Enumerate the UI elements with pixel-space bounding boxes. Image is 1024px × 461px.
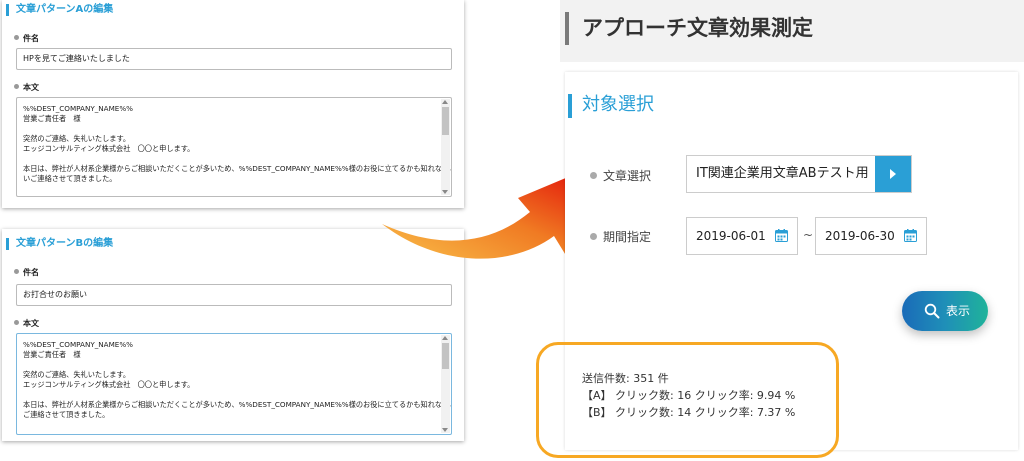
bullet-icon: [14, 84, 19, 89]
panel-b-title: 文章パターンBの編集: [6, 238, 113, 250]
bullet-icon: [14, 35, 19, 40]
subject-label-a: 件名: [14, 34, 39, 44]
date-separator: ~: [803, 228, 814, 242]
show-button-label: 表示: [946, 304, 971, 318]
body-line: %%DEST_COMPANY_NAME%%: [23, 340, 134, 349]
body-line: 本日は、弊社が人材系企業様からご相談いただくことが多いため、%%DEST_COM…: [23, 400, 452, 409]
calendar-icon[interactable]: [775, 229, 788, 242]
subject-input-b[interactable]: お打合せのお願い: [16, 284, 452, 306]
body-line: いご連絡させて頂きました。: [23, 174, 117, 183]
body-line: [23, 360, 435, 370]
body-line: 突然のご連絡、失礼いたします。: [23, 134, 131, 143]
body-line: ご連絡させて頂きました。: [23, 410, 110, 419]
body-line: エッジコンサルティング株式会社 〇〇と申します。: [23, 144, 195, 153]
bullet-icon: [14, 269, 19, 274]
scroll-up-icon[interactable]: [442, 336, 448, 340]
page-header: アプローチ文章効果測定: [560, 0, 1024, 62]
text-select-button[interactable]: [875, 156, 911, 192]
body-label-b: 本文: [14, 319, 39, 329]
bullet-icon: [590, 233, 597, 240]
body-line: [23, 154, 435, 164]
panel-a-title: 文章パターンAの編集: [6, 4, 113, 16]
body-line: 本日は、弊社が人材系企業様からご相談いただくことが多いため、%%DEST_COM…: [23, 164, 452, 173]
text-select-label: 文章選択: [590, 168, 651, 184]
scroll-thumb[interactable]: [442, 343, 449, 369]
textarea-scrollbar[interactable]: [441, 335, 450, 433]
bullet-icon: [590, 172, 597, 179]
date-to-value: 2019-06-30: [825, 229, 895, 243]
search-icon: [924, 303, 940, 319]
body-label-a: 本文: [14, 83, 39, 93]
text-select-value: IT関連企業用文章ABテスト用: [696, 166, 869, 181]
section-title: 対象選択: [582, 94, 654, 115]
body-line: 突然のご連絡、失礼いたします。: [23, 370, 131, 379]
page-title: アプローチ文章効果測定: [582, 16, 813, 40]
body-line: [23, 390, 435, 400]
scroll-thumb[interactable]: [442, 107, 449, 135]
body-line: 営業ご責任者 様: [23, 350, 81, 359]
date-from-value: 2019-06-01: [696, 229, 766, 243]
transition-arrow-icon: [382, 172, 580, 262]
section-accent-bar: [568, 94, 572, 118]
scroll-down-icon[interactable]: [442, 428, 448, 432]
text-select[interactable]: IT関連企業用文章ABテスト用: [686, 155, 912, 193]
body-textarea-b[interactable]: %%DEST_COMPANY_NAME%% 営業ご責任者 様 突然のご連絡、失礼…: [16, 333, 452, 435]
subject-input-a[interactable]: HPを見てご連絡いたしました: [16, 48, 452, 70]
body-line: [23, 124, 435, 134]
chevron-right-icon: [890, 169, 896, 179]
calendar-icon[interactable]: [904, 229, 917, 242]
body-line: 営業ご責任者 様: [23, 114, 81, 123]
show-button[interactable]: 表示: [902, 291, 988, 331]
bullet-icon: [14, 320, 19, 325]
period-label: 期間指定: [590, 229, 651, 245]
date-to-input[interactable]: 2019-06-30: [815, 217, 927, 255]
scroll-up-icon[interactable]: [442, 100, 448, 104]
header-accent-bar: [565, 12, 569, 45]
results-highlight-frame: [536, 342, 839, 458]
body-line: エッジコンサルティング株式会社 〇〇と申します。: [23, 380, 195, 389]
date-from-input[interactable]: 2019-06-01: [686, 217, 798, 255]
body-line: %%DEST_COMPANY_NAME%%: [23, 104, 134, 113]
subject-label-b: 件名: [14, 268, 39, 278]
